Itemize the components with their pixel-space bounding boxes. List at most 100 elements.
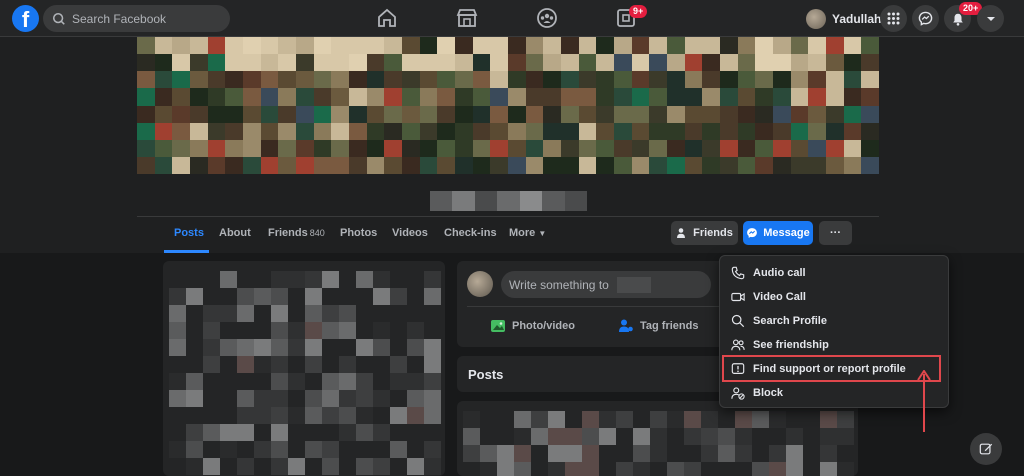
cover-pixel bbox=[825, 88, 844, 106]
tab-more[interactable]: More ▼ bbox=[509, 227, 546, 239]
tab-videos[interactable]: Videos bbox=[392, 227, 428, 239]
cover-pixel bbox=[401, 139, 420, 157]
menu-item-see-friendship[interactable]: See friendship bbox=[720, 333, 948, 357]
cover-pixel bbox=[525, 54, 544, 72]
redacted-pixel bbox=[271, 322, 288, 339]
cover-pixel bbox=[137, 37, 155, 55]
cover-pixel bbox=[649, 105, 667, 123]
redacted-pixel bbox=[684, 428, 701, 445]
cover-pixel bbox=[543, 71, 561, 89]
groups-icon[interactable] bbox=[535, 6, 559, 30]
cover-pixel bbox=[719, 88, 738, 106]
redacted-pixel bbox=[667, 462, 684, 476]
tab-check-ins[interactable]: Check-ins bbox=[444, 227, 497, 239]
redacted-pixel bbox=[169, 288, 186, 305]
redacted-pixel bbox=[769, 445, 786, 462]
redacted-pixel bbox=[837, 428, 854, 445]
cover-pixel bbox=[189, 156, 208, 174]
redacted-pixel bbox=[786, 445, 803, 462]
cover-pixel bbox=[543, 105, 561, 123]
redacted-pixel bbox=[548, 411, 565, 428]
new-message-button[interactable] bbox=[970, 433, 1002, 465]
redacted-pixel bbox=[169, 322, 186, 339]
search-input[interactable]: Search Facebook bbox=[43, 5, 230, 32]
tab-posts[interactable]: Posts bbox=[174, 227, 204, 239]
redacted-pixel bbox=[531, 428, 548, 445]
messenger-icon bbox=[747, 228, 758, 238]
cover-pixel bbox=[843, 37, 862, 55]
cover-pixel bbox=[295, 54, 314, 72]
cover-pixel bbox=[525, 37, 544, 55]
cover-pixel bbox=[242, 54, 261, 72]
cover-pixel bbox=[313, 54, 332, 72]
cover-pixel bbox=[578, 71, 597, 89]
cover-pixel bbox=[207, 105, 226, 123]
cover-pixel bbox=[737, 156, 756, 174]
redacted-name bbox=[616, 276, 651, 293]
redacted-pixel bbox=[254, 339, 271, 356]
redacted-pixel bbox=[373, 424, 390, 441]
redacted-pixel bbox=[514, 411, 531, 428]
cover-pixel bbox=[507, 105, 526, 123]
cover-pixel bbox=[578, 105, 597, 123]
cover-pixel bbox=[737, 37, 756, 55]
cover-pixel bbox=[419, 37, 438, 55]
redacted-pixel bbox=[424, 339, 441, 356]
menu-item-block[interactable]: Block bbox=[720, 381, 948, 405]
redacted-pixel bbox=[424, 390, 441, 407]
tab-more-label: More bbox=[509, 227, 536, 239]
redacted-pixel bbox=[565, 462, 582, 476]
home-icon[interactable] bbox=[375, 6, 399, 30]
cover-pixel bbox=[207, 71, 226, 89]
redacted-pixel bbox=[424, 271, 441, 288]
video-camera-icon bbox=[731, 292, 745, 302]
cover-pixel bbox=[578, 122, 597, 140]
tab-friends[interactable]: Friends 840 bbox=[268, 227, 325, 239]
menu-item-video-call[interactable]: Video Call bbox=[720, 285, 948, 309]
cover-pixel bbox=[384, 156, 402, 174]
annotation-highlight-box bbox=[722, 355, 941, 382]
cover-pixel bbox=[189, 54, 208, 72]
menu-item-search-profile[interactable]: Search Profile bbox=[720, 309, 948, 333]
cover-pixel bbox=[560, 54, 579, 72]
cover-pixel bbox=[437, 105, 455, 123]
cover-pixel bbox=[507, 37, 526, 55]
menu-item-audio-call[interactable]: Audio call bbox=[720, 261, 948, 285]
tab-photos[interactable]: Photos bbox=[340, 227, 377, 239]
redacted-pixel bbox=[752, 411, 769, 428]
photo-video-button[interactable]: Photo/video bbox=[490, 318, 575, 334]
composer-input[interactable]: Write something to bbox=[501, 271, 711, 298]
cover-pixel bbox=[772, 54, 791, 72]
tab-friends-label: Friends bbox=[268, 227, 308, 239]
cover-pixel bbox=[525, 88, 544, 106]
cover-pixel bbox=[172, 139, 190, 157]
cover-pixel bbox=[596, 105, 614, 123]
messenger-button[interactable] bbox=[912, 5, 939, 32]
cover-pixel bbox=[843, 156, 862, 174]
cover-pixel bbox=[331, 71, 349, 89]
cover-pixel bbox=[278, 54, 296, 72]
tag-friends-button[interactable]: Tag friends bbox=[618, 318, 698, 334]
facebook-logo[interactable]: f bbox=[12, 5, 39, 32]
cover-pixel bbox=[808, 122, 826, 140]
redacted-pixel bbox=[271, 339, 288, 356]
cover-pixel bbox=[331, 54, 349, 72]
more-options-button[interactable]: ··· bbox=[819, 221, 852, 245]
cover-pixel bbox=[172, 54, 190, 72]
redacted-pixel bbox=[169, 390, 186, 407]
cover-pixel bbox=[702, 88, 720, 106]
cover-pixel bbox=[472, 71, 491, 89]
cover-pixel bbox=[401, 37, 420, 55]
redacted-pixel bbox=[237, 339, 254, 356]
profile-chip[interactable]: Yadullah bbox=[803, 5, 889, 32]
account-menu-button[interactable] bbox=[977, 5, 1004, 32]
redacted-pixel bbox=[186, 288, 203, 305]
redacted-pixel bbox=[271, 305, 288, 322]
tab-about[interactable]: About bbox=[219, 227, 251, 239]
cover-pixel bbox=[260, 139, 279, 157]
cover-pixel bbox=[719, 71, 738, 89]
menu-button[interactable] bbox=[880, 5, 907, 32]
friends-button[interactable]: Friends bbox=[671, 221, 738, 245]
marketplace-icon[interactable] bbox=[455, 6, 479, 30]
message-button[interactable]: Message bbox=[743, 221, 813, 245]
